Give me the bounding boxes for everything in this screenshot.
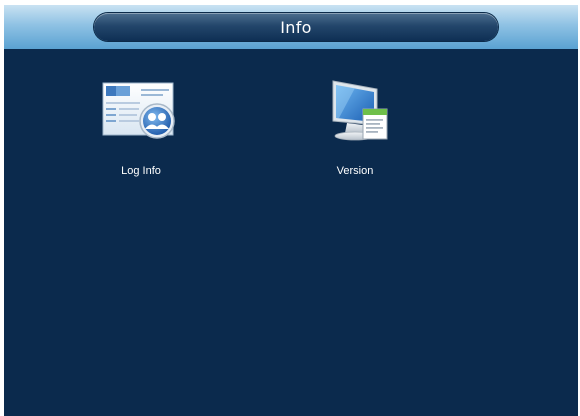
title-bar: Info	[4, 5, 578, 49]
page-title: Info	[280, 17, 312, 37]
version-icon	[332, 80, 388, 141]
title-pill: Info	[94, 13, 498, 41]
version-button[interactable]: Version	[300, 79, 410, 189]
log-info-icon	[102, 82, 175, 139]
info-window: Info Log Info Version	[4, 5, 578, 416]
log-info-label: Log Info	[121, 165, 161, 177]
log-info-button[interactable]: Log Info	[86, 79, 196, 189]
version-label: Version	[336, 165, 374, 177]
content-area: Log Info Version	[4, 49, 578, 416]
